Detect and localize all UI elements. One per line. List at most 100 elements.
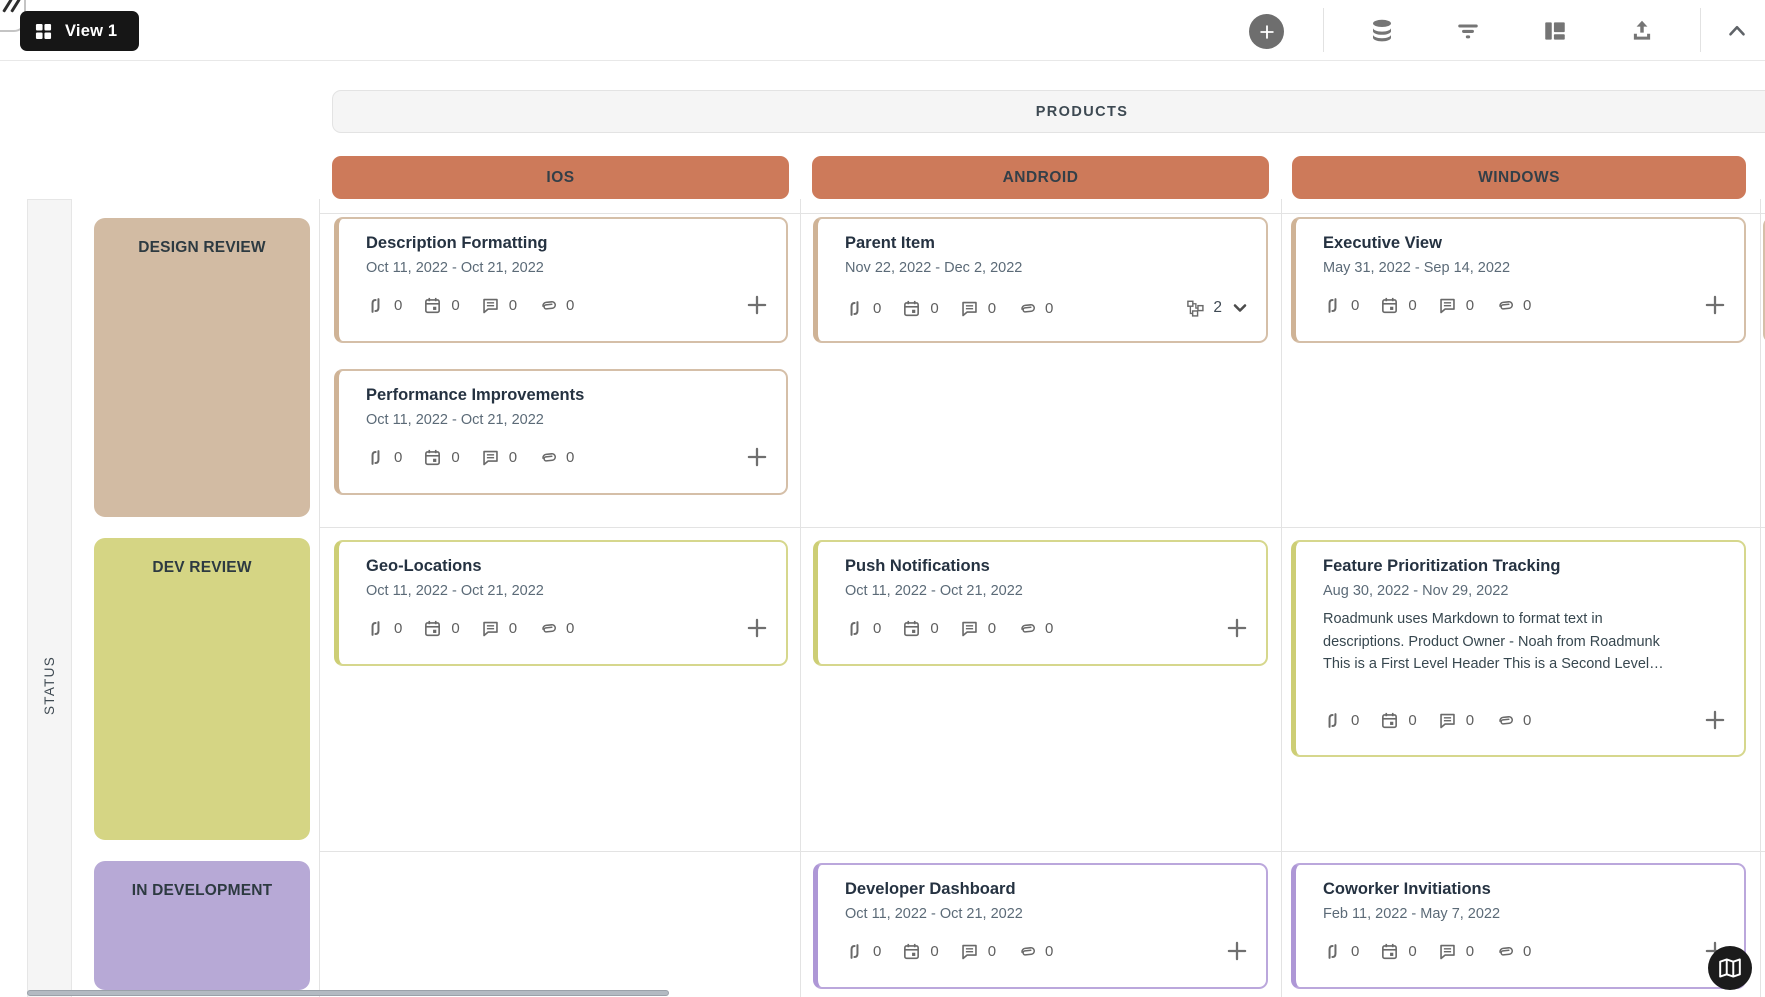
column-group-header[interactable]: PRODUCTS: [332, 90, 1765, 133]
key-dates-icon: [845, 619, 864, 638]
card-executive-view[interactable]: Executive View May 31, 2022 - Sep 14, 20…: [1291, 217, 1746, 343]
attachment-icon: [1017, 299, 1036, 318]
card-meta: 0 0 0 0: [845, 615, 1250, 641]
add-related-item-button[interactable]: [744, 292, 770, 318]
plus-icon: [1702, 707, 1728, 733]
chevron-up-icon: [1724, 18, 1750, 44]
layout-button[interactable]: [1541, 17, 1569, 45]
card-meta: 0 0 0 0: [1323, 292, 1728, 318]
add-related-item-button[interactable]: [744, 615, 770, 641]
grid-line: [1760, 199, 1761, 997]
grid-line: [319, 527, 1765, 528]
row-header-design-review[interactable]: DESIGN REVIEW: [94, 218, 310, 517]
card-dates: Oct 11, 2022 - Oct 21, 2022: [366, 412, 768, 428]
children-expand-badge[interactable]: 2: [1186, 298, 1250, 318]
calendar-icon: [902, 942, 921, 961]
row-header-dev-review[interactable]: DEV REVIEW: [94, 538, 310, 840]
attachment-count: 0: [566, 297, 574, 314]
card-title: Push Notifications: [845, 556, 1248, 577]
card-dates: Oct 11, 2022 - Oct 21, 2022: [845, 583, 1248, 599]
data-sources-button[interactable]: [1368, 17, 1396, 45]
calendar-icon: [423, 619, 442, 638]
grid-view-icon: [35, 23, 52, 40]
comments-icon: [481, 296, 500, 315]
add-related-item-button[interactable]: [1702, 292, 1728, 318]
card-dates: Nov 22, 2022 - Dec 2, 2022: [845, 260, 1248, 276]
card-parent-item[interactable]: Parent Item Nov 22, 2022 - Dec 2, 2022 0…: [813, 217, 1268, 343]
hierarchy-icon: [1186, 299, 1205, 318]
key-dates-icon: [1323, 942, 1342, 961]
plus-icon: [744, 292, 770, 318]
map-icon: [1718, 956, 1742, 980]
card-dates: Oct 11, 2022 - Oct 21, 2022: [845, 906, 1248, 922]
attachment-icon: [1495, 942, 1514, 961]
horizontal-scrollbar-thumb[interactable]: [27, 990, 669, 996]
layout-icon: [1542, 18, 1568, 44]
add-related-item-button[interactable]: [744, 444, 770, 470]
view-switcher-button[interactable]: View 1: [20, 11, 139, 51]
plus-icon: [1257, 22, 1277, 42]
add-related-item-button[interactable]: [1224, 938, 1250, 964]
card-meta: 0 0 0 0: [1323, 707, 1728, 733]
card-coworker-invitiations[interactable]: Coworker Invitiations Feb 11, 2022 - May…: [1291, 863, 1746, 989]
toolbar-divider: [1323, 8, 1324, 52]
grid-line: [1281, 199, 1282, 997]
calendar-icon: [1380, 711, 1399, 730]
roadmap-fab-button[interactable]: [1708, 946, 1752, 990]
card-dates: Feb 11, 2022 - May 7, 2022: [1323, 906, 1726, 922]
topbar: View 1: [0, 0, 1765, 61]
column-header-android[interactable]: ANDROID: [812, 156, 1269, 199]
attachment-icon: [538, 619, 557, 638]
add-item-button[interactable]: [1249, 14, 1284, 49]
calendar-icon: [902, 619, 921, 638]
card-push-notifications[interactable]: Push Notifications Oct 11, 2022 - Oct 21…: [813, 540, 1268, 666]
card-geo-locations[interactable]: Geo-Locations Oct 11, 2022 - Oct 21, 202…: [334, 540, 788, 666]
filter-icon: [1455, 18, 1481, 44]
row-header-in-development[interactable]: IN DEVELOPMENT: [94, 861, 310, 990]
collapse-toolbar-button[interactable]: [1723, 17, 1751, 45]
card-meta: 0 0 0 0: [366, 444, 770, 470]
status-axis-gutter: [27, 199, 72, 997]
card-description-formatting[interactable]: Description Formatting Oct 11, 2022 - Oc…: [334, 217, 788, 343]
card-title: Geo-Locations: [366, 556, 768, 577]
filter-button[interactable]: [1454, 17, 1482, 45]
card-title: Executive View: [1323, 233, 1726, 254]
chevron-down-icon: [1230, 298, 1250, 318]
calendar-count: 0: [451, 297, 459, 314]
calendar-icon: [423, 296, 442, 315]
row-axis-label: STATUS: [27, 640, 72, 730]
calendar-icon: [902, 299, 921, 318]
card-meta: 0 0 0 0: [366, 292, 770, 318]
card-meta: 0 0 0 0 2: [845, 298, 1250, 318]
export-button[interactable]: [1628, 17, 1656, 45]
comments-count: 0: [509, 297, 517, 314]
plus-icon: [744, 444, 770, 470]
attachment-icon: [538, 296, 557, 315]
key-dates-count: 0: [394, 297, 402, 314]
card-dates: Oct 11, 2022 - Oct 21, 2022: [366, 260, 768, 276]
key-dates-icon: [1323, 296, 1342, 315]
add-related-item-button[interactable]: [1702, 707, 1728, 733]
upload-icon: [1629, 18, 1655, 44]
card-title: Parent Item: [845, 233, 1248, 254]
card-feature-prioritization-tracking[interactable]: Feature Prioritization Tracking Aug 30, …: [1291, 540, 1746, 757]
comments-icon: [960, 299, 979, 318]
card-performance-improvements[interactable]: Performance Improvements Oct 11, 2022 - …: [334, 369, 788, 495]
column-header-ios[interactable]: IOS: [332, 156, 789, 199]
view-switcher-label: View 1: [65, 22, 117, 41]
card-developer-dashboard[interactable]: Developer Dashboard Oct 11, 2022 - Oct 2…: [813, 863, 1268, 989]
column-header-windows[interactable]: WINDOWS: [1292, 156, 1746, 199]
card-title: Developer Dashboard: [845, 879, 1248, 900]
key-dates-icon: [366, 296, 385, 315]
plus-icon: [1224, 938, 1250, 964]
comments-icon: [960, 619, 979, 638]
card-meta: 0 0 0 0: [1323, 938, 1728, 964]
plus-icon: [1224, 615, 1250, 641]
grid-line: [800, 199, 801, 997]
attachment-icon: [1017, 942, 1036, 961]
children-count: 2: [1213, 299, 1222, 317]
card-title: Feature Prioritization Tracking: [1323, 556, 1726, 577]
column-group-label: PRODUCTS: [1036, 104, 1129, 120]
key-dates-icon: [845, 299, 864, 318]
add-related-item-button[interactable]: [1224, 615, 1250, 641]
